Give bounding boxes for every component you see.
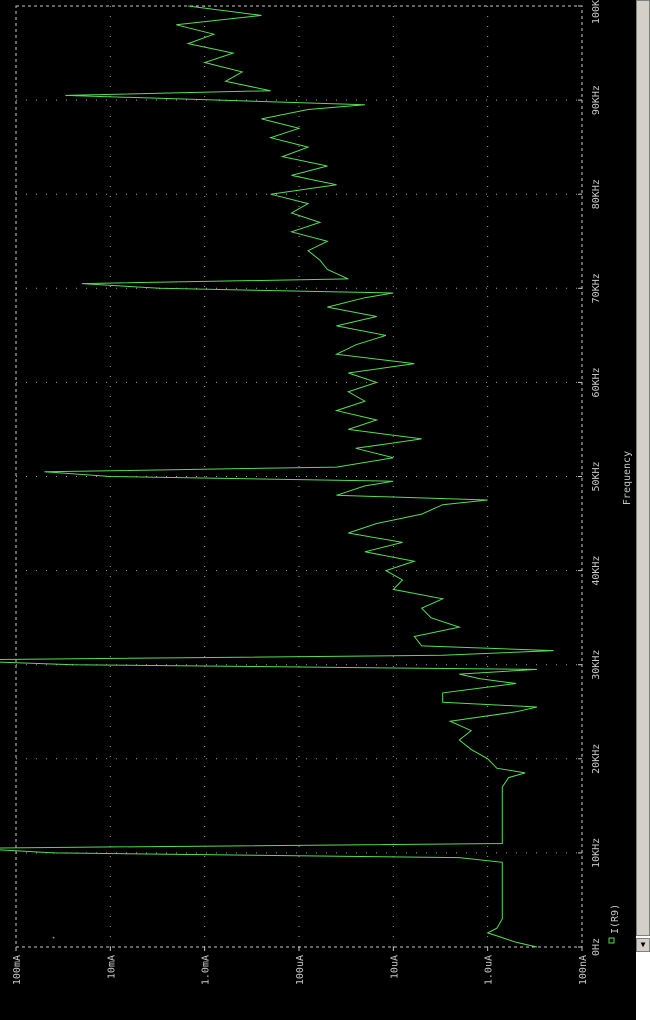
x-tick-label-3: 30KHz (591, 650, 602, 680)
peak-point-5 (218, 99, 221, 101)
y-tick-label-1: 1.0uA (484, 955, 495, 985)
peak-point-1 (52, 852, 55, 854)
x-tick-label-4: 40KHz (591, 556, 602, 586)
y-tick-label-3: 100uA (295, 955, 306, 985)
x-tick-label-8: 80KHz (591, 179, 602, 209)
x-tick-label-6: 60KHz (591, 367, 602, 397)
y-tick-label-0: 100nA (578, 955, 589, 985)
probe-window: 0Hz 10KHz 20KHz 30KHz 40KHz 50KHz 60KHz 70KHz 80… (0, 0, 650, 1020)
peak-point-2 (71, 663, 74, 666)
plot-area[interactable]: 0Hz 10KHz 20KHz 30KHz 40KHz 50KHz 60KHz 70KHz 80… (0, 0, 636, 1020)
peak-point-0 (52, 936, 55, 939)
x-tick-label-9: 90KHz (591, 85, 602, 115)
x-tick-label-7: 70KHz (591, 273, 602, 303)
y-tick-label-4: 1.0mA (201, 955, 212, 985)
x-tick-label-2: 20KHz (591, 744, 602, 774)
scrollbar-thumb[interactable] (636, 0, 650, 936)
x-axis-label: Frequency (622, 451, 633, 505)
peak-point-3 (109, 475, 112, 478)
x-tick-label-10: 100KHz (591, 0, 602, 24)
x-tick-label-1: 10KHz (591, 838, 602, 868)
x-tick-label-5: 50KHz (591, 461, 602, 491)
y-tick-label-5: 10mA (106, 955, 117, 979)
plot-background (0, 0, 636, 1020)
vertical-scrollbar[interactable]: ▼ (636, 0, 650, 1020)
axis-labels: Frequency (622, 451, 633, 505)
peak-point-4 (158, 287, 161, 290)
legend-label-i-r9: I(R9) (610, 904, 621, 934)
y-tick-label-6: 100mA (12, 955, 23, 985)
scroll-down-arrow-icon[interactable]: ▼ (636, 938, 650, 952)
y-tick-label-2: 10uA (389, 955, 400, 979)
x-tick-label-0: 0Hz (591, 938, 602, 956)
